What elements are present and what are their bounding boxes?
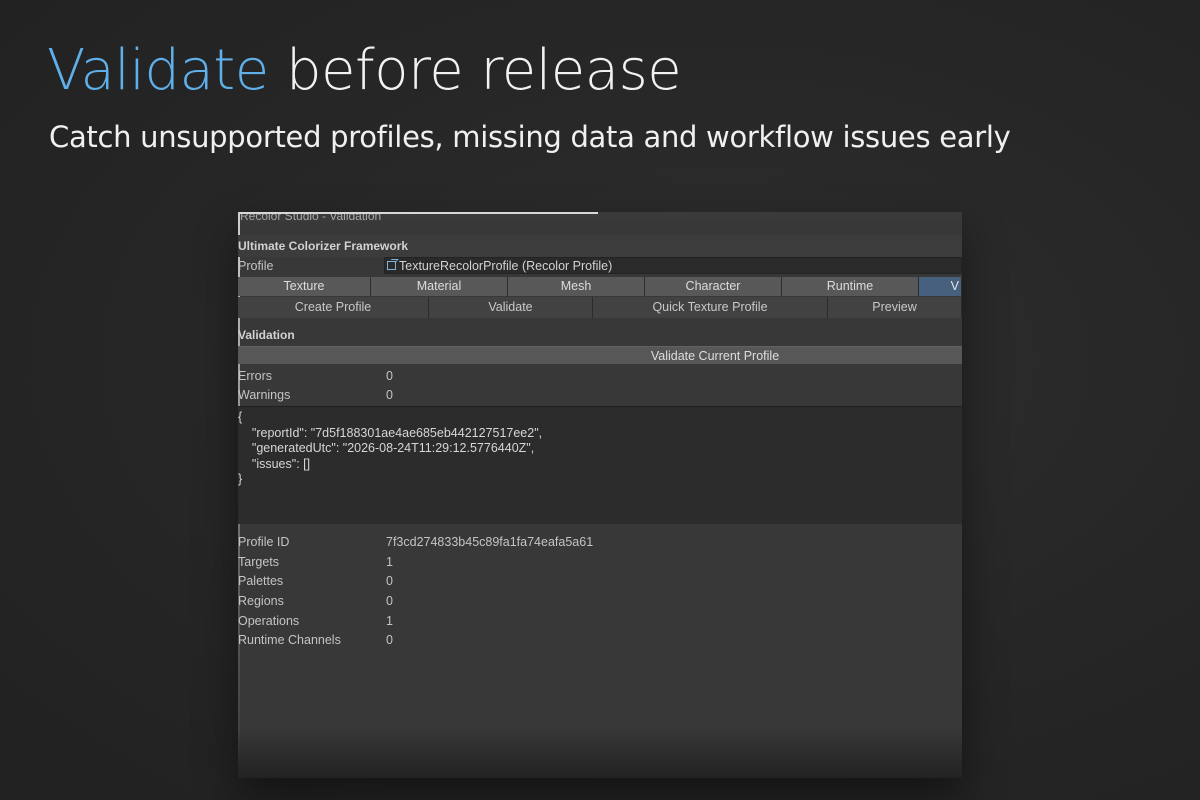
profile-object-field[interactable]: TextureRecolorProfile (Recolor Profile) — [384, 257, 962, 274]
report-line: { — [238, 410, 243, 424]
quick-texture-profile-button[interactable]: Quick Texture Profile — [593, 297, 828, 318]
module-tabs: Texture Material Mesh Character Runtime … — [238, 277, 962, 296]
stat-value: 1 — [386, 614, 393, 628]
tab-texture[interactable]: Texture — [238, 277, 371, 296]
hero-subtitle: Catch unsupported profiles, missing data… — [49, 120, 1011, 154]
stat-value: 0 — [386, 594, 393, 608]
preview-button[interactable]: Preview — [828, 297, 962, 318]
report-line: } — [238, 472, 243, 486]
tab-runtime[interactable]: Runtime — [782, 277, 919, 296]
stat-value: 0 — [386, 574, 393, 588]
framework-header: Ultimate Colorizer Framework — [238, 235, 962, 257]
stat-row-regions: Regions 0 — [238, 591, 962, 611]
stat-label: Palettes — [238, 574, 284, 588]
stat-label: Profile ID — [238, 535, 290, 549]
stat-label: Operations — [238, 614, 300, 628]
profile-label: Profile — [238, 259, 274, 273]
validation-report-textarea[interactable]: { "reportId": "7d5f188301ae4ae685eb44212… — [238, 406, 962, 524]
stat-row-targets: Targets 1 — [238, 552, 962, 572]
stat-label: Runtime Channels — [238, 633, 341, 647]
validation-header: Validation — [238, 328, 295, 342]
action-toolbar: Create Profile Validate Quick Texture Pr… — [238, 297, 962, 318]
hero-title-accent: Validate — [47, 38, 269, 103]
hero-title: Validate before release — [47, 38, 682, 103]
bottom-fade — [238, 728, 962, 778]
stat-row-operations: Operations 1 — [238, 611, 962, 631]
stat-label: Targets — [238, 555, 279, 569]
errors-label: Errors — [238, 369, 273, 383]
stat-row-runtime-channels: Runtime Channels 0 — [238, 630, 962, 650]
scriptable-object-icon — [387, 261, 396, 270]
stat-label: Regions — [238, 594, 284, 608]
validate-button[interactable]: Validate — [429, 297, 593, 318]
editor-window: Recolor Studio - Validation Ultimate Col… — [238, 212, 962, 778]
tab-validation[interactable]: V — [919, 277, 962, 296]
errors-value: 0 — [386, 369, 393, 383]
tab-character[interactable]: Character — [645, 277, 782, 296]
stat-value: 1 — [386, 555, 393, 569]
warnings-label: Warnings — [238, 388, 291, 402]
warnings-row: Warnings 0 — [238, 385, 962, 405]
report-line: "generatedUtc": "2026-08-24T11:29:12.577… — [238, 441, 535, 455]
tab-mesh[interactable]: Mesh — [508, 277, 645, 296]
stat-value: 7f3cd274833b45c89fa1fa74eafa5a61 — [386, 535, 594, 549]
errors-row: Errors 0 — [238, 366, 962, 386]
window-frame-highlight — [238, 212, 598, 214]
create-profile-button[interactable]: Create Profile — [238, 297, 429, 318]
validate-current-profile-button[interactable]: Validate Current Profile — [238, 346, 962, 364]
hero-title-rest: before release — [268, 38, 682, 103]
report-line: "reportId": "7d5f188301ae4ae685eb4421275… — [238, 425, 543, 440]
profile-row: Profile TextureRecolorProfile (Recolor P… — [238, 256, 962, 276]
stat-row-palettes: Palettes 0 — [238, 571, 962, 591]
profile-value: TextureRecolorProfile (Recolor Profile) — [399, 259, 613, 273]
report-line: "issues": [] — [238, 456, 311, 471]
warnings-value: 0 — [386, 388, 393, 402]
stat-value: 0 — [386, 633, 393, 647]
stat-row-profile-id: Profile ID 7f3cd274833b45c89fa1fa74eafa5… — [238, 532, 962, 552]
tab-material[interactable]: Material — [371, 277, 508, 296]
